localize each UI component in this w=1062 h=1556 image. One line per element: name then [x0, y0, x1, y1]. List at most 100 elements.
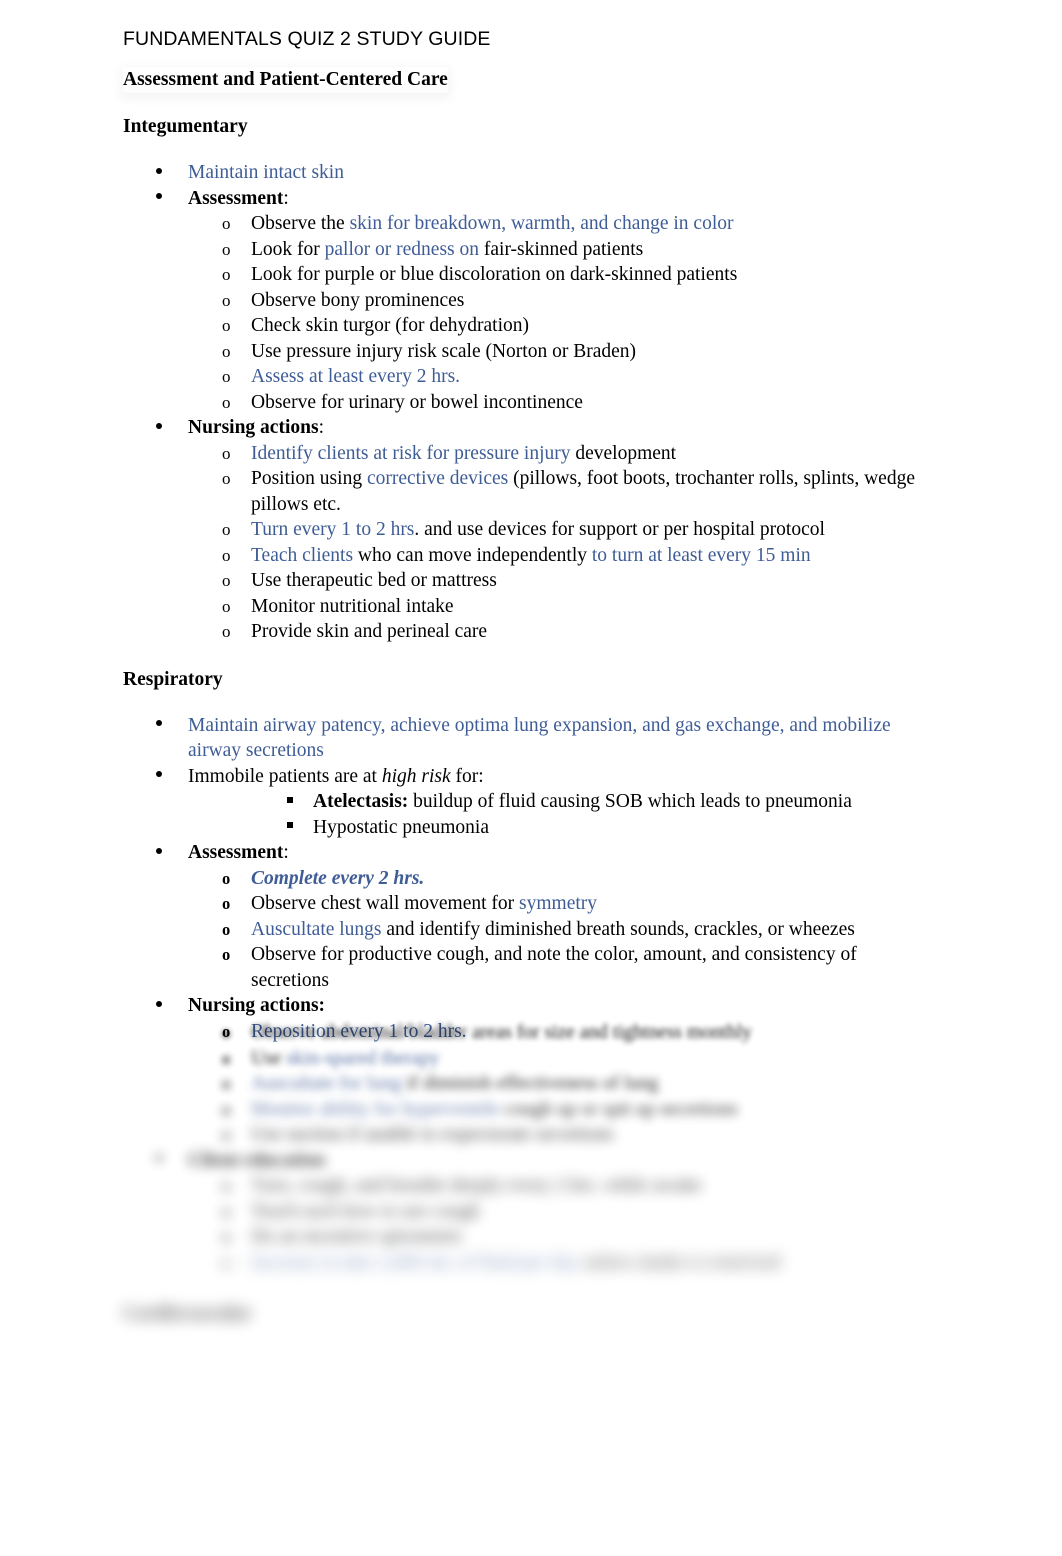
list-item-text: Teach each how to use cough [251, 1200, 480, 1222]
list-item-text: Do an incentive spirometer [251, 1226, 463, 1247]
list-item-text: if diminish effectiveness of lung [401, 1073, 659, 1094]
heading-respiratory: Respiratory [123, 668, 223, 690]
list-item-text: fair-skinned patients [483, 238, 644, 260]
circle-o-marker-icon: o [222, 945, 231, 964]
list-item: Nursing actions: [123, 415, 923, 441]
bullet-dot-icon [156, 993, 166, 1019]
bullet-dot-icon [156, 186, 166, 212]
list-item-text: unless intake is restricted [578, 1251, 781, 1273]
circle-o-marker-icon: o [222, 1252, 231, 1272]
list-item: Assessment: [123, 840, 923, 866]
list-item-text: Turn every 1 to 2 hrs [251, 519, 415, 540]
list-item: o Observe for productive cough, and note … [123, 942, 923, 993]
circle-o-marker-icon: o [222, 341, 231, 361]
circle-o-marker-icon: o [222, 239, 231, 259]
list-item-text: high risk [381, 765, 451, 787]
list-item-text: Look for [251, 238, 325, 260]
list-item-text: pallor or redness on [324, 238, 484, 260]
list-item-text: Client education [188, 1149, 326, 1171]
list-item-text: Position using [251, 468, 367, 489]
list-item-text: Use pressure injury risk scale (Norton o… [251, 340, 637, 362]
list-item: o Identify clients at risk for pressure i… [123, 441, 923, 467]
document-page: FUNDAMENTALS QUIZ 2 STUDY GUIDE Assessme… [0, 0, 1062, 1556]
list-item-text: : [283, 187, 289, 209]
list-item-text: for: [450, 765, 484, 787]
circle-o-marker-icon: o [222, 316, 231, 335]
list-item-text: Identify clients at risk for pressure in… [251, 442, 571, 464]
list-item: Maintain airway patency, achieve optima … [123, 713, 923, 764]
list-item: o Auscultate for lung if diminish effecti… [123, 1071, 923, 1097]
list-item: o Do an incentive spirometer [123, 1224, 923, 1250]
list-item: o Position using corrective devices (pill… [123, 466, 923, 517]
list-item: o Turn every 1 to 2 hrs. and use devices … [123, 517, 923, 543]
list-integumentary: Maintain intact skin Assessment: o Observ… [123, 160, 923, 645]
circle-o-marker-icon: o [222, 596, 231, 616]
circle-o-marker-icon: o [222, 1074, 231, 1093]
circle-o-marker-icon: o [222, 443, 231, 463]
list-item: o Teach each how to use cough [123, 1199, 923, 1225]
bullet-dot-icon [156, 160, 166, 186]
list-item-text: : [318, 417, 324, 438]
heading-assessment-and-patient-centered-care: Assessment and Patient-Centered Care [123, 67, 448, 93]
list-item-text: Use [251, 1047, 287, 1069]
list-item-text: Nursing actions [188, 417, 319, 438]
bullet-dot-icon [156, 840, 166, 866]
list-item-text: Hypostatic pneumonia [313, 816, 490, 838]
circle-o-marker-icon: o [222, 265, 231, 284]
list-item: o Increase in take 2,000 mL of fluid per … [123, 1250, 923, 1276]
circle-o-marker-icon: o [222, 868, 231, 888]
list-item: o Observe bony prominences [123, 288, 923, 314]
bullet-dot-icon [156, 1148, 166, 1174]
list-item-text: skin for breakdown, warmth, and change i… [349, 213, 734, 234]
circle-o-marker-icon: o [222, 367, 231, 386]
blurred-content: o Observe abdominal/bladder areas for siz… [123, 1020, 923, 1327]
list-item: o Monitor nutritional intake [123, 594, 923, 620]
list-item-text: Use suction if unable to expectorate sec… [251, 1124, 614, 1145]
list-item: o Provide skin and perineal care [123, 619, 923, 645]
list-item-text: Atelectasis: [313, 791, 409, 812]
list-item-text: symmetry [519, 893, 598, 914]
list-item-text: Observe for urinary or bowel incontinenc… [251, 391, 583, 413]
heading-integumentary: Integumentary [123, 116, 248, 137]
list-item-text: Observe for productive cough, and note t… [251, 944, 857, 991]
circle-o-marker-icon: o [222, 1125, 231, 1144]
list-respiratory: Maintain airway patency, achieve optima … [123, 713, 923, 1045]
list-item: o Use skin-spared therapy [123, 1046, 923, 1072]
list-item: Immobile patients are at high risk for: [123, 764, 923, 790]
list-item-text: who can move independently [353, 544, 592, 566]
list-item: o Observe the skin for breakdown, warmth,… [123, 211, 923, 237]
list-item-text: Observe abdominal/bladder areas for size… [251, 1022, 752, 1043]
list-item: o Teach clients who can move independentl… [123, 543, 923, 569]
list-item: Nursing actions: [123, 993, 923, 1019]
list-item: o Turn, cough, and breathe deeply every 2… [123, 1173, 923, 1199]
list-item: o Assess at least every 2 hrs. [123, 364, 923, 390]
list-item: o Observe for urinary or bowel incontinen… [123, 390, 923, 416]
list-item-text: Assessment [188, 842, 284, 863]
page-title: FUNDAMENTALS QUIZ 2 STUDY GUIDE [123, 28, 491, 50]
list-item-text: Auscultate for lung [251, 1073, 402, 1094]
list-item-text: Nursing actions: [188, 995, 326, 1016]
list-item-text: Teach clients [251, 544, 354, 566]
circle-o-marker-icon: o [222, 1099, 231, 1119]
list-item-text: Maintain airway patency, achieve optima … [188, 714, 891, 762]
bullet-square-icon [287, 815, 293, 841]
list-item-text: Use therapeutic bed or mattress [251, 570, 497, 591]
list-item-text: Assessment [188, 187, 284, 209]
list-item-text: Complete every 2 hrs. [251, 867, 425, 889]
list-item-text: Increase in take 2,000 mL of fluid per d… [251, 1251, 579, 1273]
list-item: o Use therapeutic bed or mattress [123, 568, 923, 594]
circle-o-marker-icon: o [222, 520, 231, 539]
list-item-text: Look for purple or blue discoloration on… [251, 264, 738, 285]
list-item-text: buildup of fluid causing SOB which leads… [408, 791, 852, 812]
list-item: o Auscultate lungs and identify diminishe… [123, 917, 923, 943]
list-item-text: Turn, cough, and breathe deeply every 2 … [251, 1175, 702, 1196]
list-item: Atelectasis: buildup of fluid causing SO… [123, 789, 923, 815]
list-item: o Use pressure injury risk scale (Norton … [123, 339, 923, 365]
bullet-dot-icon [156, 415, 166, 441]
list-item: o Check skin turgor (for dehydration) [123, 313, 923, 339]
circle-o-marker-icon: o [222, 1176, 231, 1195]
list-item-text: . and use devices for support or per hos… [414, 519, 825, 540]
list-item-text: and identify diminished breath sounds, c… [381, 918, 855, 940]
list-item: Assessment: [123, 186, 923, 212]
circle-o-marker-icon: o [222, 392, 231, 412]
